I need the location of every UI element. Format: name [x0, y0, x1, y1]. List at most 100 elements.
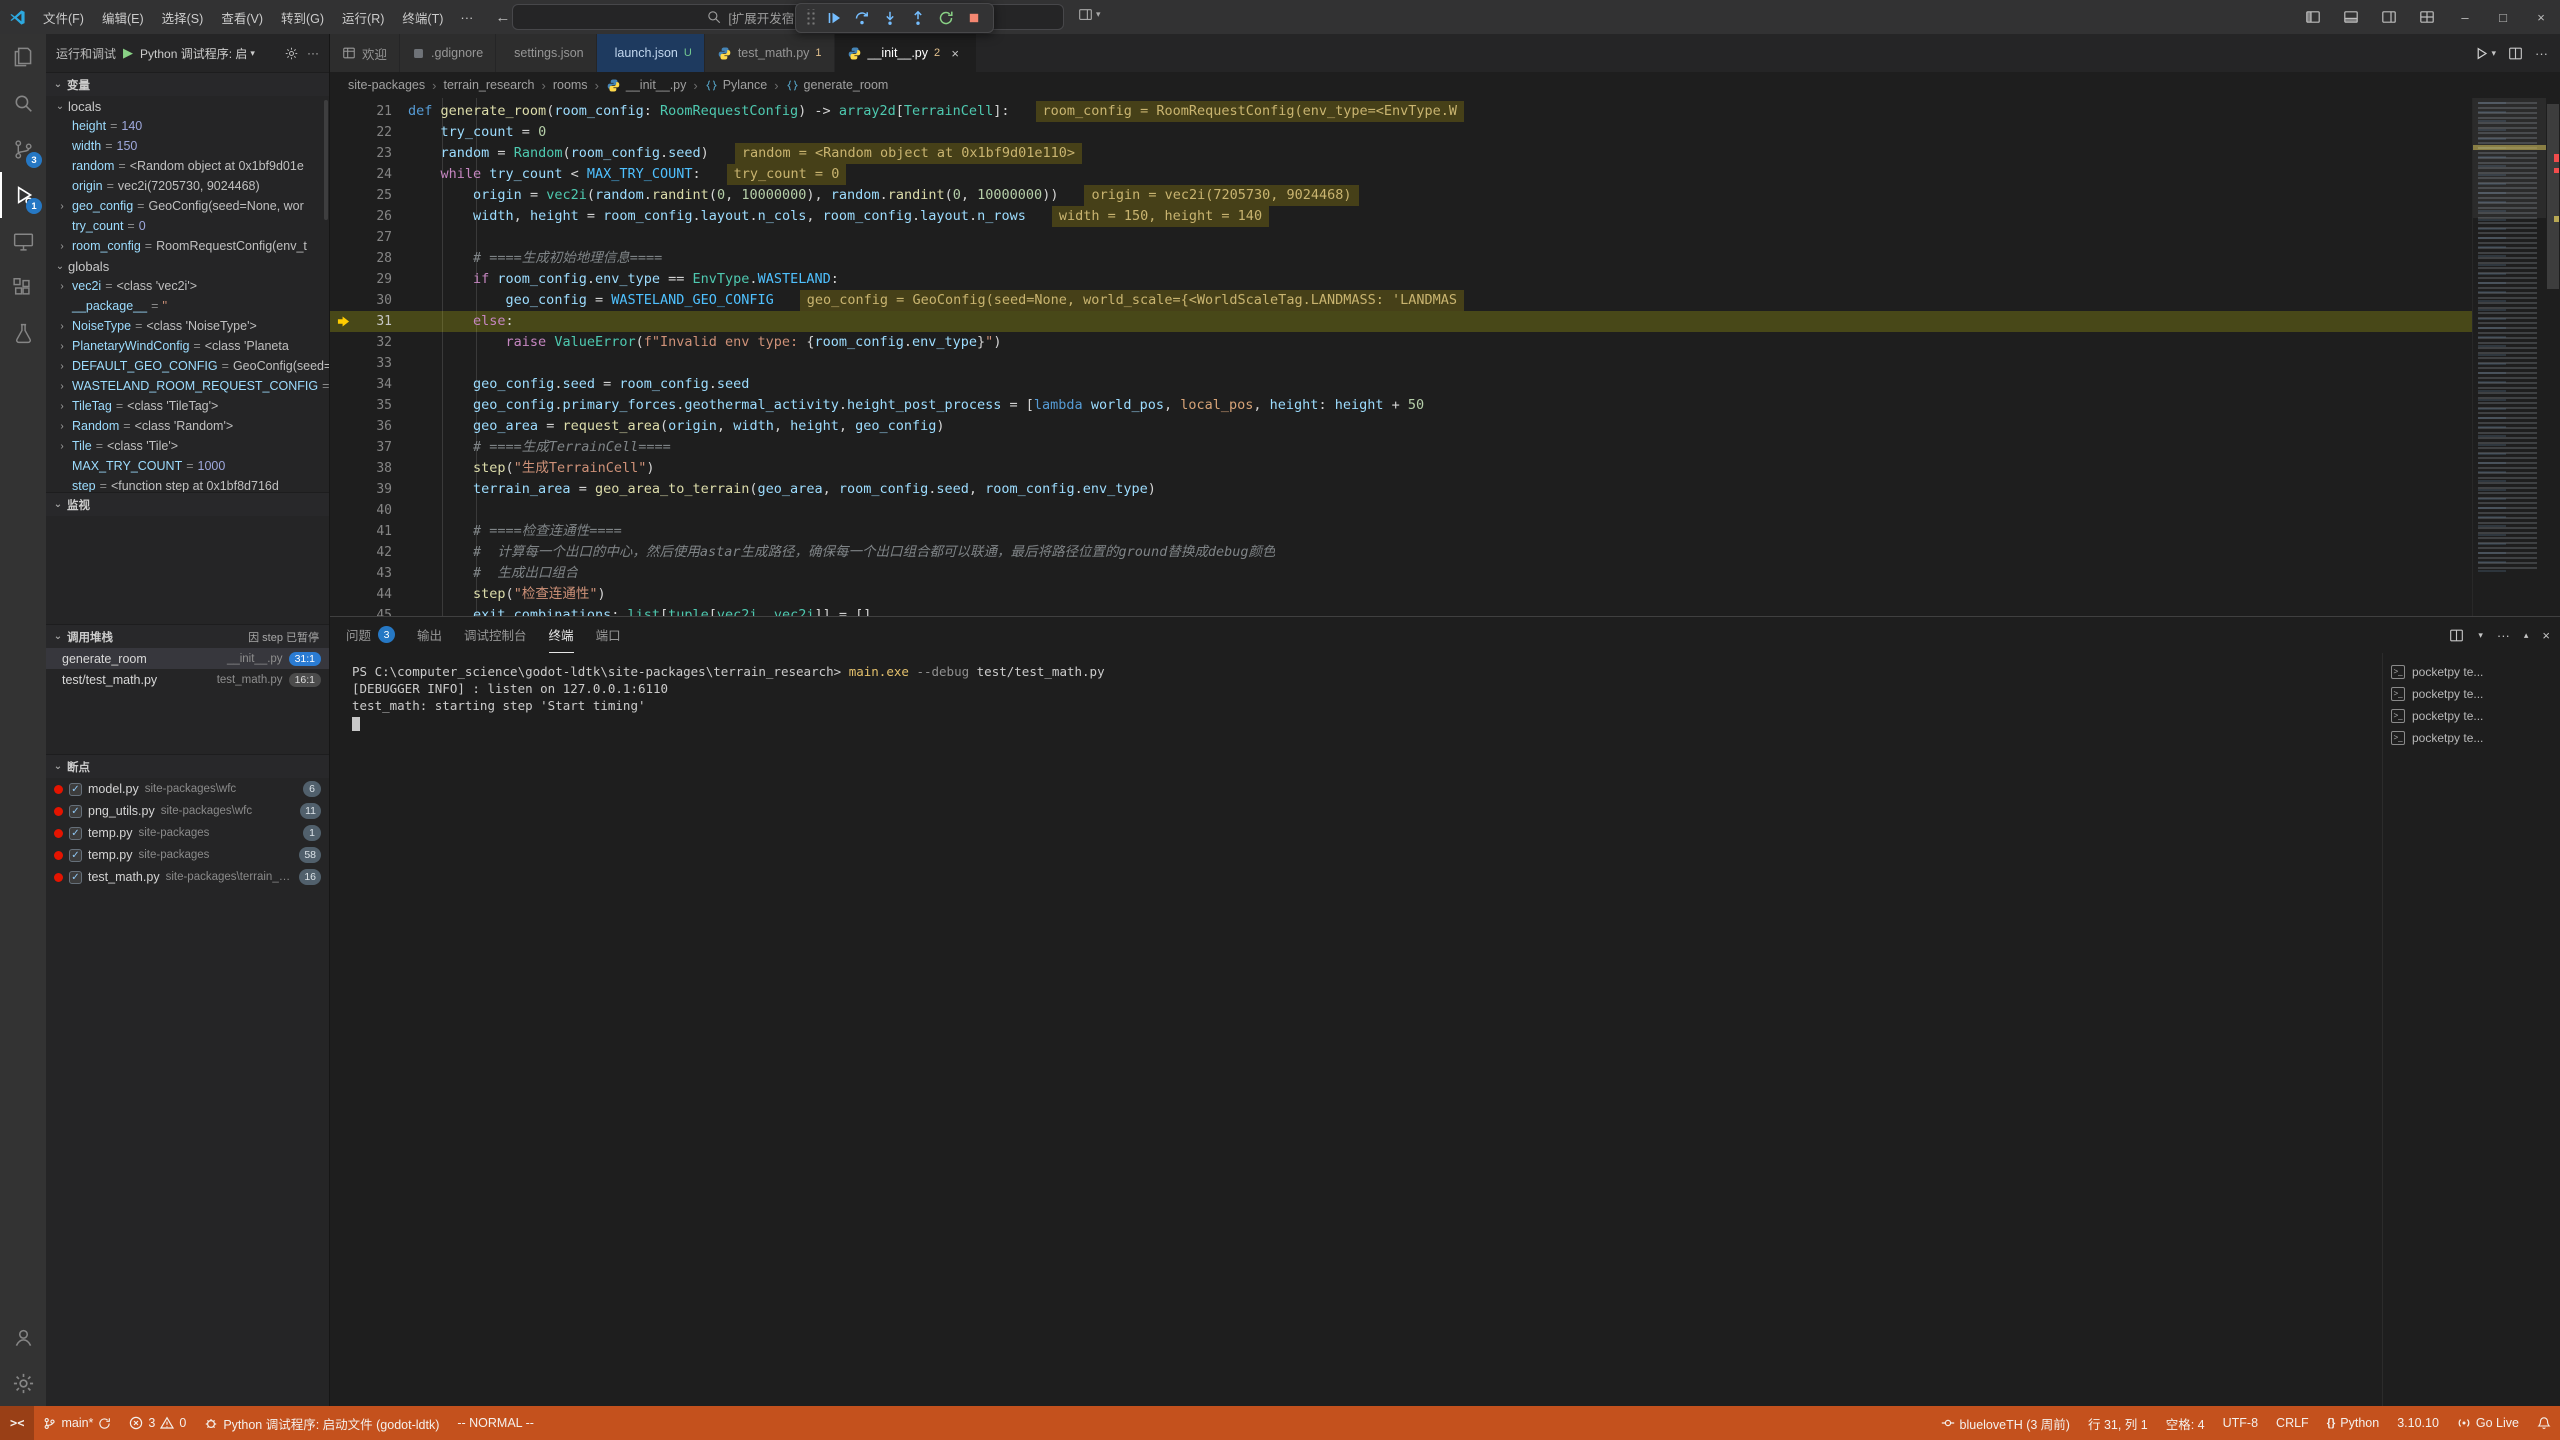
- tab-close-icon[interactable]: ×: [946, 44, 964, 62]
- code-line[interactable]: 42 # 计算每一个出口的中心，然后使用astar生成路径，确保每一个出口组合都…: [330, 542, 2472, 563]
- terminal-instance-row[interactable]: >_pocketpy te...: [2383, 683, 2560, 705]
- status-problems[interactable]: 30: [120, 1406, 195, 1440]
- status-indentation[interactable]: 空格: 4: [2157, 1406, 2214, 1440]
- layout-control-caret-icon[interactable]: ▾: [1096, 9, 1101, 20]
- tab-test_math.py[interactable]: test_math.py1: [705, 34, 835, 72]
- panel-tab[interactable]: 输出: [417, 617, 442, 653]
- activitybar-settings[interactable]: [0, 1360, 46, 1406]
- step-over-button[interactable]: [848, 5, 876, 31]
- code-line[interactable]: 39 terrain_area = geo_area_to_terrain(ge…: [330, 479, 2472, 500]
- variable-row[interactable]: ›PlanetaryWindConfig=<class 'Planeta: [46, 336, 329, 356]
- activitybar-remote-explorer[interactable]: [0, 218, 46, 264]
- breakpoint-checkbox[interactable]: ✓: [69, 849, 82, 862]
- menu-item[interactable]: 选择(S): [153, 0, 213, 34]
- code-line[interactable]: 33: [330, 353, 2472, 374]
- activitybar-search[interactable]: [0, 80, 46, 126]
- status-branch[interactable]: main*: [34, 1406, 120, 1440]
- code-line[interactable]: 45 exit_combinations: list[tuple[vec2i, …: [330, 605, 2472, 616]
- sidebar-scrollbar[interactable]: [324, 100, 328, 220]
- code-line[interactable]: 37 # ====生成TerrainCell====: [330, 437, 2472, 458]
- status-python-version[interactable]: 3.10.10: [2388, 1406, 2448, 1440]
- variable-row[interactable]: ›room_config=RoomRequestConfig(env_t: [46, 236, 329, 256]
- tab-settings.json[interactable]: settings.json: [496, 34, 596, 72]
- menubar-more-button[interactable]: ···: [452, 10, 481, 25]
- panel-close-icon[interactable]: ×: [2542, 628, 2550, 643]
- panel-tab[interactable]: 端口: [596, 617, 621, 653]
- scrollbar-thumb[interactable]: [2547, 104, 2559, 289]
- code-line[interactable]: 38 step("生成TerrainCell"): [330, 458, 2472, 479]
- window-maximize-button[interactable]: □: [2484, 0, 2522, 34]
- layout-control-icon[interactable]: [1078, 7, 1093, 22]
- breadcrumb-item[interactable]: terrain_research: [443, 78, 534, 92]
- menu-item[interactable]: 运行(R): [333, 0, 393, 34]
- variable-row[interactable]: ›TileTag=<class 'TileTag'>: [46, 396, 329, 416]
- breakpoint-row[interactable]: ✓png_utils.pysite-packages\wfc11: [46, 800, 329, 822]
- breakpoints-header[interactable]: ⌄ 断点: [46, 754, 329, 778]
- code-line[interactable]: 44 step("检查连通性"): [330, 584, 2472, 605]
- code-line[interactable]: 26 width, height = room_config.layout.n_…: [330, 206, 2472, 227]
- panel-maximize-icon[interactable]: ▴: [2524, 630, 2529, 641]
- menu-item[interactable]: 查看(V): [212, 0, 272, 34]
- code-line[interactable]: 43 # 生成出口组合: [330, 563, 2472, 584]
- code-line[interactable]: 29 if room_config.env_type == EnvType.WA…: [330, 269, 2472, 290]
- tab-[interactable]: 欢迎: [330, 34, 400, 72]
- debug-toolbar-grip[interactable]: [805, 9, 815, 27]
- terminal-instance-row[interactable]: >_pocketpy te...: [2383, 727, 2560, 749]
- code-line[interactable]: 34 geo_config.seed = room_config.seed: [330, 374, 2472, 395]
- variable-row[interactable]: random=<Random object at 0x1bf9d01e: [46, 156, 329, 176]
- code-line[interactable]: 41 # ====检查连通性====: [330, 521, 2472, 542]
- variable-row[interactable]: origin=vec2i(7205730, 9024468): [46, 176, 329, 196]
- scope-globals[interactable]: ⌄globals: [46, 256, 329, 276]
- terminal-instance-row[interactable]: >_pocketpy te...: [2383, 705, 2560, 727]
- toggle-primary-sidebar-icon[interactable]: [2294, 0, 2332, 34]
- code-line[interactable]: 23 random = Random(room_config.seed)rand…: [330, 143, 2472, 164]
- status-encoding[interactable]: UTF-8: [2214, 1406, 2267, 1440]
- toggle-secondary-sidebar-icon[interactable]: [2370, 0, 2408, 34]
- tab-.gdignore[interactable]: .gdignore: [400, 34, 496, 72]
- breakpoint-checkbox[interactable]: ✓: [69, 783, 82, 796]
- breakpoint-checkbox[interactable]: ✓: [69, 871, 82, 884]
- panel-tab[interactable]: 问题3: [346, 617, 395, 653]
- activitybar-testing[interactable]: [0, 310, 46, 356]
- terminal-split-icon[interactable]: [2449, 628, 2464, 643]
- watch-header[interactable]: ⌄ 监视: [46, 492, 329, 516]
- code-line[interactable]: 27: [330, 227, 2472, 248]
- terminal[interactable]: PS C:\computer_science\godot-ldtk\site-p…: [330, 653, 2382, 1406]
- variable-row[interactable]: ›DEFAULT_GEO_CONFIG=GeoConfig(seed=1: [46, 356, 329, 376]
- variable-row[interactable]: __package__='': [46, 296, 329, 316]
- breadcrumb-item[interactable]: Pylance: [705, 78, 767, 92]
- tab-launch.json[interactable]: launch.jsonU: [597, 34, 705, 72]
- debug-config-select[interactable]: Python 调试程序: 启 ▾: [140, 45, 255, 62]
- breadcrumb-item[interactable]: rooms: [553, 78, 588, 92]
- step-out-button[interactable]: [904, 5, 932, 31]
- window-close-button[interactable]: ×: [2522, 0, 2560, 34]
- code-editor[interactable]: 21def generate_room(room_config: RoomReq…: [330, 98, 2560, 616]
- run-python-file-button[interactable]: ▾: [2474, 46, 2496, 61]
- continue-button[interactable]: [820, 5, 848, 31]
- activitybar-run-debug[interactable]: 1: [0, 172, 46, 218]
- callstack-frame[interactable]: test/test_math.pytest_math.py16:1: [46, 669, 329, 690]
- activitybar-extensions[interactable]: [0, 264, 46, 310]
- variable-row[interactable]: try_count=0: [46, 216, 329, 236]
- tab-__init__.py[interactable]: __init__.py2×: [835, 34, 978, 72]
- code-line[interactable]: 28 # ====生成初始地理信息====: [330, 248, 2472, 269]
- breakpoint-checkbox[interactable]: ✓: [69, 805, 82, 818]
- variable-row[interactable]: width=150: [46, 136, 329, 156]
- code-line[interactable]: 22 try_count = 0: [330, 122, 2472, 143]
- menu-item[interactable]: 编辑(E): [93, 0, 153, 34]
- activitybar-account[interactable]: [0, 1314, 46, 1360]
- menu-item[interactable]: 终端(T): [393, 0, 452, 34]
- restart-button[interactable]: [932, 5, 960, 31]
- callstack-frame[interactable]: generate_room__init__.py31:1: [46, 648, 329, 669]
- breakpoint-checkbox[interactable]: ✓: [69, 827, 82, 840]
- panel-tab[interactable]: 调试控制台: [464, 617, 527, 653]
- status-gitlens-blame[interactable]: blueloveTH (3 周前): [1932, 1406, 2079, 1440]
- call-stack-header[interactable]: ⌄ 调用堆栈 因 step 已暂停: [46, 624, 329, 648]
- split-editor-icon[interactable]: [2508, 46, 2523, 61]
- window-minimize-button[interactable]: –: [2446, 0, 2484, 34]
- variable-row[interactable]: height=140: [46, 116, 329, 136]
- editor-more-actions-icon[interactable]: ···: [2535, 46, 2548, 61]
- status-go-live[interactable]: Go Live: [2448, 1406, 2528, 1440]
- nav-back-icon[interactable]: ←: [495, 9, 510, 26]
- activitybar-source-control[interactable]: 3: [0, 126, 46, 172]
